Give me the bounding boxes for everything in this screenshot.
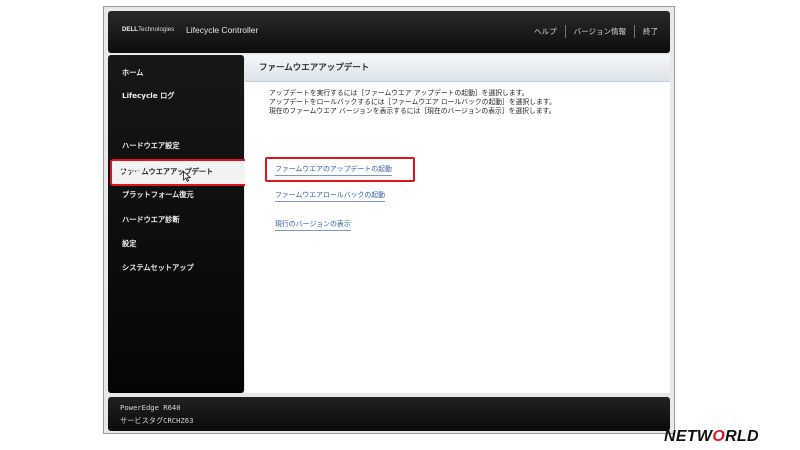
sidebar-item-os-deployment[interactable]: OS 導入 [122,165,150,175]
launch-firmware-update-link[interactable]: ファームウエアのアップデートの起動 [275,163,392,176]
separator [634,25,635,38]
service-tag: サービスタグCRCHZ63 [120,416,194,425]
launch-firmware-rollback-link[interactable]: ファームウエアロールバックの起動 [275,189,386,202]
page-title: ファームウエアアップデート [245,55,670,82]
help-link[interactable]: ヘルプ [534,26,557,37]
dell-technologies-logo: DELLTechnologies [122,27,175,33]
exit-link[interactable]: 終了 [643,26,658,37]
sidebar: ホーム Lifecycle ログ ファームウエアアップデート ハードウエア設定 … [108,55,249,393]
sidebar-item-settings[interactable]: 設定 [122,239,136,249]
lifecycle-controller-window: DELLTechnologies Lifecycle Controller ヘル… [103,6,675,434]
instruction-text: 現在のファームウエア バージョンを表示するには［現在のバージョンの表示］を選択し… [269,107,556,115]
separator [564,25,566,38]
view-current-version-link[interactable]: 現行のバージョンの表示 [275,218,351,231]
version-info-link[interactable]: バージョン情報 [574,26,626,37]
main-panel: ファームウエアアップデート アップデートを実行するには［ファームウエア アップデ… [245,55,670,393]
footer: PowerEdge R640 サービスタグCRCHZ63 [108,397,670,431]
sidebar-item-hardware-settings[interactable]: ハードウエア設定 [122,141,180,151]
networld-watermark-logo: NETWORLD [664,428,759,445]
sidebar-item-home[interactable]: ホーム [122,68,143,78]
app-title: Lifecycle Controller [186,25,259,35]
server-model: PowerEdge R640 [120,403,181,412]
sidebar-item-platform-restore[interactable]: プラットフォーム復元 [122,190,194,200]
top-bar: DELLTechnologies Lifecycle Controller ヘル… [108,11,670,53]
sidebar-item-lifecycle-log[interactable]: Lifecycle ログ [122,91,174,101]
mouse-cursor-icon [183,171,191,182]
sidebar-item-system-setup[interactable]: システムセットアップ [122,263,194,273]
sidebar-item-hardware-diagnostics[interactable]: ハードウエア診断 [122,215,180,225]
top-links: ヘルプ バージョン情報 終了 [534,25,658,38]
